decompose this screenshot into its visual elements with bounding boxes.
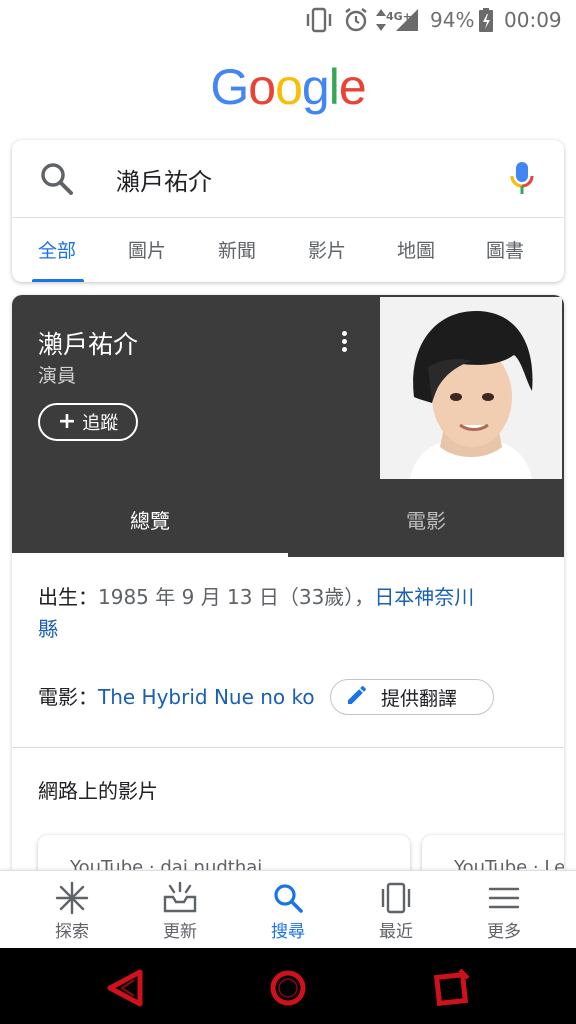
tab-all[interactable]: 全部 <box>38 236 76 263</box>
nav-more[interactable]: 更多 <box>459 881 549 942</box>
google-logo: Google <box>0 58 576 116</box>
recent-cards-icon <box>381 882 411 914</box>
back-button[interactable] <box>104 966 148 1010</box>
system-navigation-bar <box>0 948 576 1024</box>
tab-images[interactable]: 圖片 <box>128 236 166 263</box>
nav-search[interactable]: 搜尋 <box>243 881 333 942</box>
tab-maps[interactable]: 地圖 <box>397 236 435 263</box>
translate-button[interactable]: 提供翻譯 <box>330 679 494 715</box>
search-row[interactable]: 瀨戶祐介 <box>12 140 564 218</box>
signal-icon <box>394 6 420 34</box>
entity-title: 瀨戶祐介 <box>38 330 139 359</box>
nav-label: 探索 <box>55 922 89 942</box>
logo-letter: e <box>338 59 367 115</box>
search-icon[interactable] <box>38 160 76 202</box>
tab-news[interactable]: 新聞 <box>218 236 256 263</box>
logo-letter: o <box>275 59 303 115</box>
nav-label: 更新 <box>163 922 197 942</box>
tab-videos[interactable]: 影片 <box>308 236 346 263</box>
knowledge-panel-header: 瀨戶祐介 演員 + 追蹤 <box>12 295 564 481</box>
nav-label: 搜尋 <box>271 922 305 942</box>
fact-films: 電影：The Hybrid Nue no ko <box>38 681 315 713</box>
kp-active-tab-indicator <box>12 553 288 557</box>
entity-subtitle: 演員 <box>38 365 77 387</box>
menu-icon <box>488 887 520 909</box>
nav-discover[interactable]: 探索 <box>27 881 117 942</box>
inbox-icon <box>163 881 197 913</box>
nav-recent[interactable]: 最近 <box>351 881 441 942</box>
logo-letter: g <box>301 59 330 115</box>
search-box: 瀨戶祐介 全部 圖片 新聞 影片 地圖 圖書 <box>12 140 564 282</box>
vibrate-icon <box>304 6 334 34</box>
film-link[interactable]: The Hybrid Nue no ko <box>98 685 315 709</box>
born-place-link-cont[interactable]: 縣 <box>38 617 58 641</box>
search-tabs: 全部 圖片 新聞 影片 地圖 圖書 <box>12 218 564 282</box>
nav-label: 最近 <box>379 922 413 942</box>
follow-label: 追蹤 <box>82 413 119 434</box>
tab-movies[interactable]: 電影 <box>288 505 564 534</box>
home-button[interactable] <box>266 966 310 1010</box>
logo-letter: l <box>328 59 340 115</box>
bottom-navigation: 探索 更新 搜尋 最近 更多 <box>0 870 576 948</box>
pencil-icon <box>345 683 369 712</box>
search-icon <box>274 884 303 913</box>
asterisk-icon <box>55 881 89 915</box>
knowledge-panel-tabs: 總覽 電影 <box>12 481 564 557</box>
battery-icon <box>478 6 494 34</box>
divider <box>12 747 564 748</box>
born-place-link[interactable]: 日本神奈川 <box>374 585 474 609</box>
translate-label: 提供翻譯 <box>381 687 458 710</box>
entity-photo[interactable] <box>380 297 562 479</box>
knowledge-panel: 瀨戶祐介 演員 + 追蹤 總覽 電影 出生：1985 年 9 月 13 日（33… <box>12 295 564 955</box>
active-tab-indicator <box>32 279 84 282</box>
clock: 00:09 <box>504 8 562 32</box>
alarm-icon <box>342 6 370 34</box>
recents-button[interactable] <box>430 966 474 1010</box>
films-label: 電影： <box>38 685 98 709</box>
videos-heading: 網路上的影片 <box>38 779 158 803</box>
born-label: 出生： <box>38 585 98 609</box>
mic-icon[interactable] <box>510 160 534 200</box>
logo-letter: o <box>248 59 276 115</box>
search-input[interactable]: 瀨戶祐介 <box>116 162 212 197</box>
tab-books[interactable]: 圖書 <box>486 236 524 263</box>
follow-button[interactable]: + 追蹤 <box>38 403 138 441</box>
more-options-icon[interactable] <box>332 329 356 357</box>
fact-born: 出生：1985 年 9 月 13 日（33歲），日本神奈川 縣 <box>38 581 538 645</box>
logo-letter: G <box>210 59 249 115</box>
battery-percent: 94% <box>430 8 475 32</box>
nav-updates[interactable]: 更新 <box>135 881 225 942</box>
status-bar: 4G+ 94% 00:09 <box>0 0 576 40</box>
tab-overview[interactable]: 總覽 <box>12 505 288 534</box>
plus-icon: + <box>57 409 77 434</box>
born-value: 1985 年 9 月 13 日（33歲）， <box>98 585 375 609</box>
nav-label: 更多 <box>487 922 521 942</box>
